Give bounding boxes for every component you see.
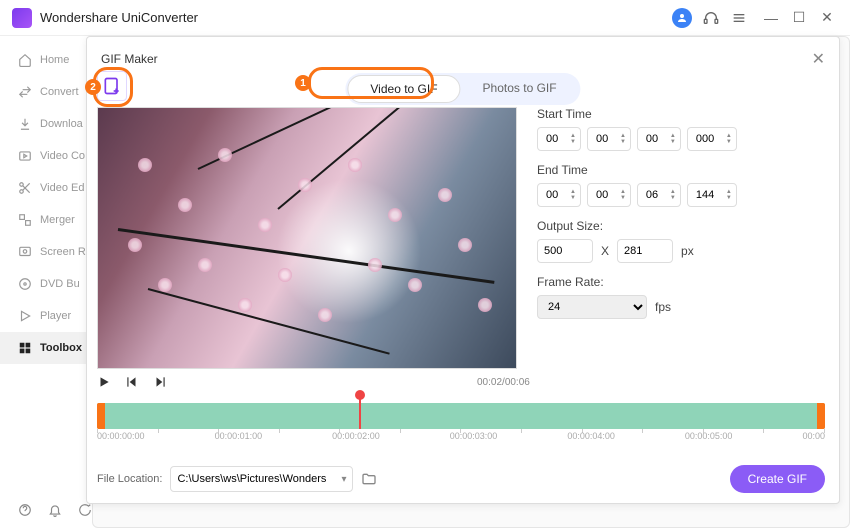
end-time-label: End Time (537, 163, 825, 177)
dvd-icon (18, 277, 32, 291)
timeline-start-handle[interactable] (97, 403, 105, 429)
home-icon (18, 53, 32, 67)
sidebar-item-label: Screen R (40, 246, 86, 258)
prev-frame-button[interactable] (125, 375, 139, 389)
sidebar-item-dvd[interactable]: DVD Bu (0, 268, 92, 300)
file-location-input[interactable]: ▾ (170, 466, 353, 492)
start-minutes-stepper[interactable]: ▲▼ (587, 127, 631, 151)
sidebar-item-label: Player (40, 310, 71, 322)
start-seconds-stepper[interactable]: ▲▼ (637, 127, 681, 151)
convert-icon (18, 85, 32, 99)
sidebar-item-label: Video Co (40, 150, 85, 162)
maximize-button[interactable]: ☐ (788, 7, 810, 29)
user-avatar-icon[interactable] (672, 8, 692, 28)
tab-video-to-gif[interactable]: Video to GIF (347, 75, 460, 103)
modal-title: GIF Maker (101, 52, 158, 66)
app-logo (12, 8, 32, 28)
bell-icon[interactable] (48, 503, 62, 517)
sidebar-item-home[interactable]: Home (0, 44, 92, 76)
menu-icon[interactable] (730, 9, 748, 27)
sidebar-item-merger[interactable]: Merger (0, 204, 92, 236)
callout-badge-1: 1 (295, 75, 311, 91)
headset-icon[interactable] (702, 9, 720, 27)
sidebar-item-toolbox[interactable]: Toolbox (0, 332, 92, 364)
frame-rate-label: Frame Rate: (537, 275, 825, 289)
sidebar-item-player[interactable]: Player (0, 300, 92, 332)
tab-switch: Video to GIF Photos to GIF (345, 73, 580, 105)
add-file-button[interactable] (97, 71, 127, 101)
end-minutes-stepper[interactable]: ▲▼ (587, 183, 631, 207)
output-size-label: Output Size: (537, 219, 825, 233)
gif-settings: Start Time ▲▼ ▲▼ ▲▼ ▲▼ End Time ▲▼ ▲▼ ▲▼… (537, 107, 825, 319)
next-frame-button[interactable] (153, 375, 167, 389)
x-separator: X (601, 244, 609, 258)
sidebar-item-label: Merger (40, 214, 75, 226)
sidebar-item-label: Convert (40, 86, 79, 98)
sidebar-item-label: Downloa (40, 118, 83, 130)
px-label: px (681, 244, 694, 258)
sidebar-item-label: Toolbox (40, 342, 82, 354)
sidebar-item-recorder[interactable]: Screen R (0, 236, 92, 268)
compress-icon (18, 149, 32, 163)
end-ms-stepper[interactable]: ▲▼ (687, 183, 737, 207)
sidebar-item-convert[interactable]: Convert (0, 76, 92, 108)
modal-close-button[interactable]: ✕ (812, 49, 825, 69)
timeline: 00:00:00:00 00:00:01:00 00:00:02:00 00:0… (97, 399, 825, 441)
toolbox-icon (18, 341, 32, 355)
minimize-button[interactable]: — (760, 7, 782, 29)
download-icon (18, 117, 32, 131)
player-icon (18, 309, 32, 323)
sidebar-item-download[interactable]: Downloa (0, 108, 92, 140)
scissors-icon (18, 181, 32, 195)
start-hours-stepper[interactable]: ▲▼ (537, 127, 581, 151)
chevron-down-icon[interactable]: ▾ (341, 474, 346, 485)
fps-label: fps (655, 300, 671, 314)
merge-icon (18, 213, 32, 227)
help-icon[interactable] (18, 503, 32, 517)
sidebar-item-label: Video Ed (40, 182, 84, 194)
sidebar-item-label: Home (40, 54, 69, 66)
sidebar: Home Convert Downloa Video Co Video Ed M… (0, 36, 92, 492)
create-gif-button[interactable]: Create GIF (730, 465, 825, 493)
video-preview[interactable] (97, 107, 517, 369)
bottombar (0, 492, 92, 528)
tab-photos-to-gif[interactable]: Photos to GIF (461, 75, 579, 103)
file-location-label: File Location: (97, 473, 162, 485)
sidebar-item-label: DVD Bu (40, 278, 80, 290)
timeline-track[interactable] (97, 403, 825, 429)
sidebar-item-editor[interactable]: Video Ed (0, 172, 92, 204)
output-width-input[interactable] (537, 239, 593, 263)
open-folder-button[interactable] (361, 471, 377, 487)
app-title: Wondershare UniConverter (40, 10, 672, 25)
start-time-label: Start Time (537, 107, 825, 121)
time-display: 00:02/00:06 (477, 377, 530, 388)
gif-maker-modal: GIF Maker ✕ 2 Video to GIF Photos to GIF… (86, 36, 840, 504)
sidebar-item-compress[interactable]: Video Co (0, 140, 92, 172)
end-seconds-stepper[interactable]: ▲▼ (637, 183, 681, 207)
end-hours-stepper[interactable]: ▲▼ (537, 183, 581, 207)
frame-rate-select[interactable]: 24 (537, 295, 647, 319)
start-ms-stepper[interactable]: ▲▼ (687, 127, 737, 151)
feedback-icon[interactable] (78, 503, 92, 517)
output-height-input[interactable] (617, 239, 673, 263)
close-button[interactable]: ✕ (816, 7, 838, 29)
record-icon (18, 245, 32, 259)
timeline-end-handle[interactable] (817, 403, 825, 429)
titlebar: Wondershare UniConverter — ☐ ✕ (0, 0, 850, 36)
timeline-playhead[interactable] (359, 395, 361, 429)
play-button[interactable] (97, 375, 111, 389)
callout-badge-2: 2 (85, 79, 101, 95)
